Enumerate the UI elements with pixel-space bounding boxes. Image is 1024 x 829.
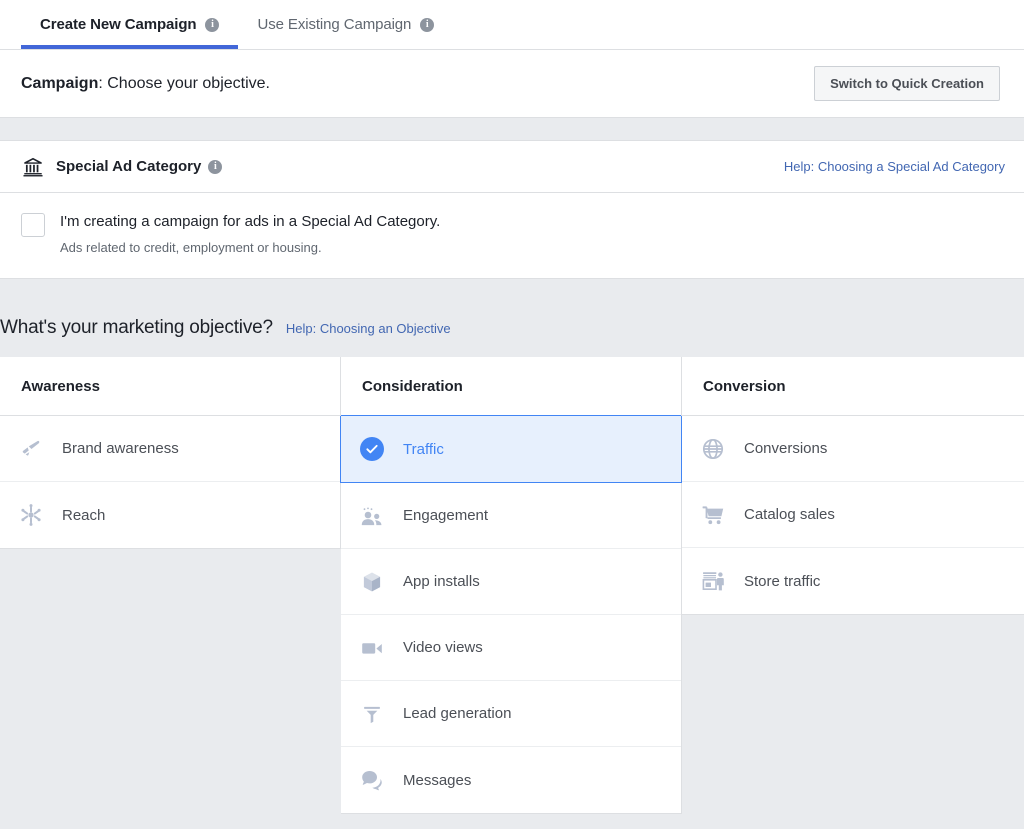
special-ad-category-checkbox-label: I'm creating a campaign for ads in a Spe… — [60, 212, 440, 232]
objective-column-header-awareness: Awareness — [0, 357, 340, 416]
tab-create-new-campaign[interactable]: Create New Campaign i — [21, 0, 238, 49]
switch-to-quick-creation-button[interactable]: Switch to Quick Creation — [814, 66, 1000, 101]
objective-option-app-installs[interactable]: App installs — [341, 549, 681, 615]
tab-create-new-campaign-label: Create New Campaign — [40, 16, 196, 33]
objective-option-reach[interactable]: Reach — [0, 482, 340, 548]
storefront-icon — [701, 569, 725, 593]
shopping-cart-icon — [701, 503, 725, 527]
video-camera-icon — [360, 636, 384, 660]
special-ad-category-card: Special Ad Category i Help: Choosing a S… — [0, 140, 1024, 279]
section-spacer — [0, 279, 1024, 299]
objective-option-store-traffic[interactable]: Store traffic — [682, 548, 1024, 614]
objective-option-traffic[interactable]: Traffic — [340, 416, 682, 483]
reach-burst-icon — [19, 503, 43, 527]
special-ad-category-title: Special Ad Category i — [56, 158, 222, 175]
people-group-icon — [360, 504, 384, 528]
objective-option-engagement[interactable]: Engagement — [341, 483, 681, 549]
objective-option-label: Lead generation — [403, 705, 511, 722]
objective-column-consideration: Consideration Traffic — [341, 357, 682, 814]
special-ad-category-title-text: Special Ad Category — [56, 158, 201, 175]
objective-option-conversions[interactable]: Conversions — [682, 416, 1024, 482]
ads-manager-campaign-page: Create New Campaign i Use Existing Campa… — [0, 0, 1024, 829]
campaign-title: Campaign: Choose your objective. — [21, 75, 270, 93]
funnel-icon — [360, 702, 384, 726]
globe-icon — [701, 437, 725, 461]
objective-option-label: Reach — [62, 507, 105, 524]
special-ad-category-text-block: I'm creating a campaign for ads in a Spe… — [60, 212, 440, 256]
objective-option-label: Video views — [403, 639, 483, 656]
objective-option-label: Conversions — [744, 440, 827, 457]
info-icon[interactable]: i — [205, 18, 219, 32]
campaign-objective-header: Campaign: Choose your objective. Switch … — [0, 50, 1024, 118]
special-ad-category-header-left: Special Ad Category i — [21, 155, 222, 179]
help-choosing-special-ad-category-link[interactable]: Help: Choosing a Special Ad Category — [784, 159, 1005, 174]
special-ad-category-checkbox[interactable] — [21, 213, 45, 237]
check-circle-icon — [360, 437, 384, 461]
objective-grid: Awareness Brand awareness — [0, 357, 1024, 814]
help-choosing-an-objective-link[interactable]: Help: Choosing an Objective — [286, 321, 451, 336]
info-icon[interactable]: i — [208, 160, 222, 174]
campaign-title-subtitle: : Choose your objective. — [98, 75, 270, 92]
objective-option-label: Store traffic — [744, 573, 820, 590]
objective-option-label: Messages — [403, 772, 471, 789]
megaphone-icon — [19, 437, 43, 461]
objective-column-header-consideration: Consideration — [341, 357, 681, 416]
special-ad-category-checkbox-sublabel: Ads related to credit, employment or hou… — [60, 239, 440, 256]
objective-option-label: Traffic — [403, 441, 444, 458]
special-ad-category-body: I'm creating a campaign for ads in a Spe… — [0, 193, 1024, 278]
objective-option-label: Engagement — [403, 507, 488, 524]
cube-box-icon — [360, 570, 384, 594]
objective-option-brand-awareness[interactable]: Brand awareness — [0, 416, 340, 482]
special-ad-category-header: Special Ad Category i Help: Choosing a S… — [0, 141, 1024, 193]
section-spacer — [0, 118, 1024, 140]
objective-column-awareness: Awareness Brand awareness — [0, 357, 341, 549]
objective-option-label: Brand awareness — [62, 440, 179, 457]
marketing-objective-title: What's your marketing objective? — [0, 317, 273, 339]
objective-option-video-views[interactable]: Video views — [341, 615, 681, 681]
objective-option-catalog-sales[interactable]: Catalog sales — [682, 482, 1024, 548]
chat-bubbles-icon — [360, 768, 384, 792]
objective-option-messages[interactable]: Messages — [341, 747, 681, 813]
objective-option-label: Catalog sales — [744, 506, 835, 523]
tab-use-existing-campaign-label: Use Existing Campaign — [257, 16, 411, 33]
objective-option-label: App installs — [403, 573, 480, 590]
objective-column-conversion: Conversion Conversions — [682, 357, 1024, 615]
campaign-title-label: Campaign — [21, 75, 98, 92]
objective-option-lead-generation[interactable]: Lead generation — [341, 681, 681, 747]
objective-column-header-conversion: Conversion — [682, 357, 1024, 416]
marketing-objective-header: What's your marketing objective? Help: C… — [0, 299, 1024, 357]
bank-institution-icon — [21, 155, 45, 179]
info-icon[interactable]: i — [420, 18, 434, 32]
tab-use-existing-campaign[interactable]: Use Existing Campaign i — [238, 0, 453, 49]
campaign-tab-bar: Create New Campaign i Use Existing Campa… — [0, 0, 1024, 50]
